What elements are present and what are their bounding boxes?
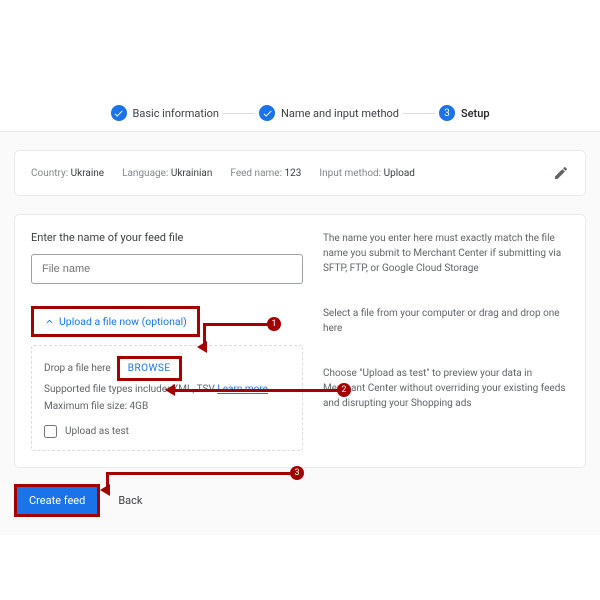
upload-as-test-label: Upload as test: [65, 423, 129, 440]
step-setup[interactable]: 3 Setup: [439, 105, 490, 121]
max-file-size: Maximum file size: 4GB: [44, 398, 290, 415]
help-text-3: Choose "Upload as test" to preview your …: [323, 366, 569, 411]
step-label: Basic information: [133, 107, 220, 120]
step-name-input[interactable]: Name and input method: [259, 105, 399, 121]
feed-file-label: Enter the name of your feed file: [31, 231, 303, 244]
summary-inputmethod: Input method: Upload: [319, 168, 415, 179]
back-button[interactable]: Back: [118, 494, 142, 507]
main-panel: Enter the name of your feed file Upload …: [14, 214, 586, 468]
chevron-up-icon: [44, 316, 55, 327]
file-name-input[interactable]: [31, 254, 303, 284]
step-label: Setup: [461, 107, 490, 120]
callout-3: 3: [290, 466, 304, 480]
arrow-2-head: [165, 384, 175, 396]
drop-here-label: Drop a file here: [44, 360, 111, 377]
help-text-2: Select a file from your computer or drag…: [323, 306, 569, 336]
step-label: Name and input method: [281, 107, 399, 120]
arrow-3-head: [100, 484, 110, 496]
upload-toggle-label: Upload a file now (optional): [59, 315, 187, 328]
step-divider: [223, 113, 255, 114]
help-panel: The name you enter here must exactly mat…: [323, 231, 569, 451]
check-icon: [111, 105, 127, 121]
summary-country: Country: Ukraine: [31, 168, 104, 179]
feed-summary-bar: Country: Ukraine Language: Ukrainian Fee…: [14, 150, 586, 196]
help-text-1: The name you enter here must exactly mat…: [323, 231, 569, 276]
summary-language: Language: Ukrainian: [122, 168, 212, 179]
callout-1: 1: [267, 317, 281, 331]
create-feed-button[interactable]: Create feed: [14, 484, 100, 517]
arrow-1-head: [197, 341, 207, 353]
summary-feedname: Feed name: 123: [230, 168, 301, 179]
step-basic-info[interactable]: Basic information: [111, 105, 220, 121]
edit-icon[interactable]: [553, 165, 569, 181]
stepper: Basic information Name and input method …: [0, 95, 600, 132]
arrow-3: [106, 472, 292, 475]
arrow-1: [203, 323, 269, 326]
callout-2: 2: [337, 383, 351, 397]
step-number: 3: [439, 105, 455, 121]
browse-button[interactable]: BROWSE: [117, 356, 182, 381]
upload-now-toggle[interactable]: Upload a file now (optional): [31, 306, 200, 337]
upload-as-test-checkbox[interactable]: [44, 425, 57, 438]
step-divider: [403, 113, 435, 114]
file-dropzone[interactable]: Drop a file here BROWSE Supported file t…: [31, 345, 303, 451]
check-icon: [259, 105, 275, 121]
arrow-2: [173, 389, 347, 392]
